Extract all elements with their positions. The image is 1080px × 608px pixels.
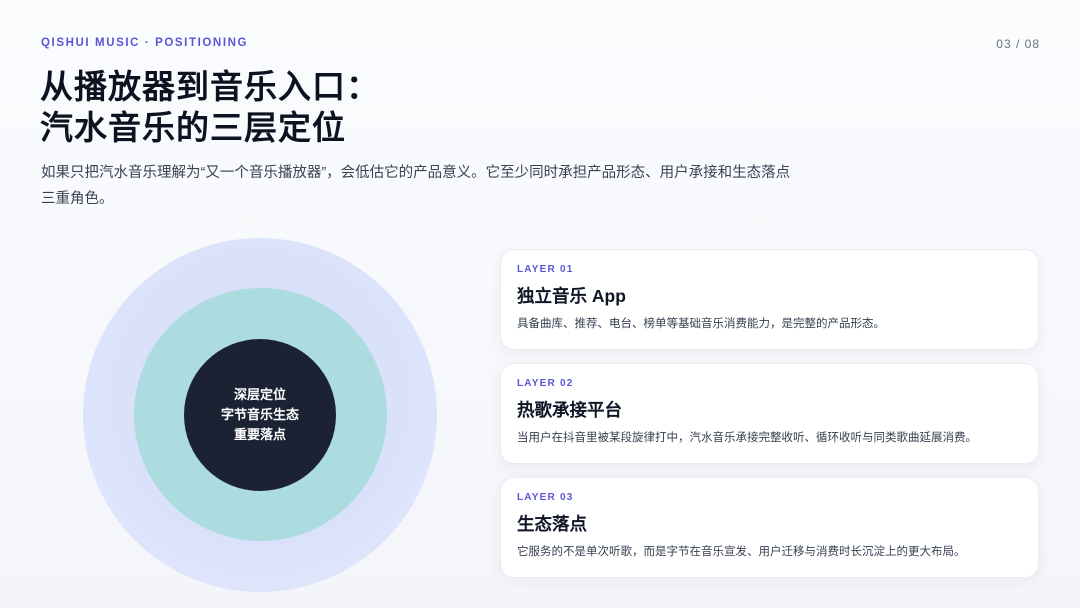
layer-card-3: LAYER 03 生态落点 它服务的不是单次听歌，而是字节在音乐宣发、用户迁移与… [500, 477, 1039, 578]
layer-description: 它服务的不是单次听歌，而是字节在音乐宣发、用户迁移与消费时长沉淀上的更大布局。 [517, 546, 966, 558]
layer-kicker: LAYER 02 [517, 378, 574, 389]
layer-card-1: LAYER 01 独立音乐 App 具备曲库、推荐、电台、榜单等基础音乐消费能力… [500, 249, 1039, 350]
section-kicker: QISHUI MUSIC · POSITIONING [41, 37, 249, 49]
core-label-line-3: 重要落点 [233, 427, 286, 442]
layer-kicker: LAYER 01 [517, 264, 574, 275]
layer-title: 生态落点 [517, 514, 587, 534]
inner-core: 深层定位 字节音乐生态 重要落点 [184, 339, 336, 491]
page-subtitle: 如果只把汽水音乐理解为“又一个音乐播放器”，会低估它的产品意义。它至少同时承担产… [41, 165, 791, 207]
layer-description: 具备曲库、推荐、电台、榜单等基础音乐消费能力，是完整的产品形态。 [517, 318, 885, 330]
concentric-diagram: 深层定位 字节音乐生态 重要落点 [83, 238, 437, 592]
layer-title: 热歌承接平台 [517, 400, 622, 420]
page-title: 从播放器到音乐入口： 汽水音乐的三层定位 [40, 66, 380, 148]
page-title-line-2: 汽水音乐的三层定位 [40, 109, 346, 146]
layer-title: 独立音乐 App [517, 286, 626, 306]
core-label-line-1: 深层定位 [233, 387, 286, 402]
core-label-line-2: 字节音乐生态 [220, 407, 299, 422]
page-title-line-1: 从播放器到音乐入口： [40, 68, 380, 105]
page-number: 03 / 08 [996, 37, 1040, 51]
layer-card-2: LAYER 02 热歌承接平台 当用户在抖音里被某段旋律打中，汽水音乐承接完整收… [500, 363, 1039, 464]
layer-kicker: LAYER 03 [517, 492, 574, 503]
layer-description: 当用户在抖音里被某段旋律打中，汽水音乐承接完整收听、循环收听与同类歌曲延展消费。 [517, 432, 977, 444]
